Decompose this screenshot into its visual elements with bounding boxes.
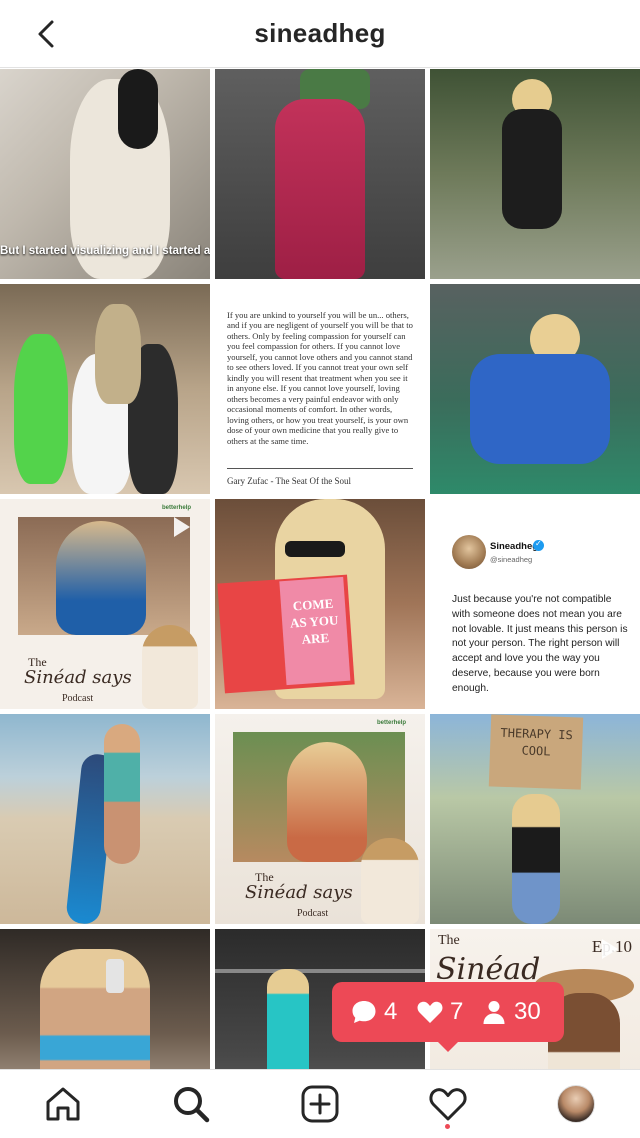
grid-post-7-podcast[interactable]: betterhelp The Sinéad says Podcast: [0, 499, 210, 709]
followers-number: 30: [514, 998, 541, 1025]
page-title: sineadheg: [254, 18, 386, 48]
comment-bubble-icon: [352, 1001, 376, 1023]
likes-count: 7: [416, 996, 463, 1028]
book-cover: COME AS YOU ARE: [217, 574, 355, 694]
grid-post-5-quote[interactable]: If you are unkind to yourself you will b…: [215, 284, 425, 494]
profile-avatar[interactable]: [557, 1085, 595, 1123]
likes-number: 7: [450, 998, 464, 1025]
swimsuit-figure: [502, 109, 562, 229]
leggings-figure: [275, 99, 365, 279]
person-figure: [361, 838, 419, 924]
activity-notification-popup[interactable]: 4 7 30: [332, 982, 564, 1052]
bottom-navigation: [0, 1069, 640, 1138]
podcast-subtitle: Podcast: [297, 908, 329, 919]
add-post-icon[interactable]: [300, 1084, 340, 1124]
home-icon[interactable]: [43, 1084, 83, 1124]
microphone-icon: [118, 69, 158, 149]
header: sineadheg: [0, 0, 640, 68]
person-figure: [287, 742, 367, 862]
person-icon: [483, 1001, 505, 1024]
person-figure: [56, 521, 146, 635]
comments-count: 4: [350, 996, 397, 1028]
play-icon: [174, 517, 190, 537]
podcast-title: Sinéad says: [24, 667, 132, 688]
grid-post-11-podcast[interactable]: betterhelp The Sinéad says Podcast: [215, 714, 425, 924]
play-icon: [602, 939, 618, 959]
brand-logo: betterhelp: [162, 505, 192, 511]
podcast-subtitle: Podcast: [62, 693, 94, 704]
brand-logo: betterhelp: [377, 720, 407, 726]
podcast-title-prefix: The: [438, 933, 460, 948]
person-figure: [95, 304, 141, 404]
followers-count: 30: [480, 996, 541, 1028]
grid-post-6[interactable]: [430, 284, 640, 494]
tweet-handle: @sineadheg: [490, 555, 533, 564]
grid-post-2[interactable]: [215, 69, 425, 279]
avatar: [452, 535, 486, 569]
tweet-text: Just because you're not compatible with …: [452, 594, 628, 694]
quote-text: If you are unkind to yourself you will b…: [227, 310, 413, 446]
grid-post-4[interactable]: [0, 284, 210, 494]
person-figure: [104, 724, 140, 864]
search-icon[interactable]: [171, 1084, 211, 1124]
podcast-title: Sinéad says: [245, 882, 353, 903]
video-caption: But I started visualizing and I started …: [0, 245, 210, 257]
sunglasses-icon: [285, 541, 345, 557]
person-figure: [512, 794, 560, 924]
person-figure: [142, 625, 198, 709]
grid-post-12[interactable]: THERAPY IS COOL: [430, 714, 640, 924]
grid-post-1[interactable]: But I started visualizing and I started …: [0, 69, 210, 279]
grid-post-10[interactable]: [0, 714, 210, 924]
activewear-figure: [470, 354, 610, 464]
quote-author: Gary Zufac - The Seat Of the Soul: [227, 476, 352, 486]
person-figure: [14, 334, 68, 484]
book-title: COME AS YOU ARE: [289, 595, 339, 647]
tweet-author-name: Sineadheg: [490, 541, 539, 552]
grid-post-9-tweet[interactable]: Sineadheg @sineadheg Just because you're…: [430, 499, 640, 709]
cardboard-sign: THERAPY IS COOL: [488, 714, 584, 790]
grid-post-3[interactable]: [430, 69, 640, 279]
notification-dot: [445, 1124, 450, 1129]
grid-post-8[interactable]: COME AS YOU ARE: [215, 499, 425, 709]
verified-badge-icon: [533, 539, 544, 551]
divider: [227, 468, 413, 469]
post-grid: But I started visualizing and I started …: [0, 69, 640, 1138]
gym-equipment: [215, 969, 425, 973]
comments-number: 4: [384, 998, 398, 1025]
phone-icon: [106, 959, 124, 993]
activity-heart-icon[interactable]: [428, 1084, 468, 1124]
sign-text: THERAPY IS COOL: [500, 725, 573, 759]
heart-icon: [417, 1001, 443, 1023]
video-frame: [18, 517, 190, 635]
